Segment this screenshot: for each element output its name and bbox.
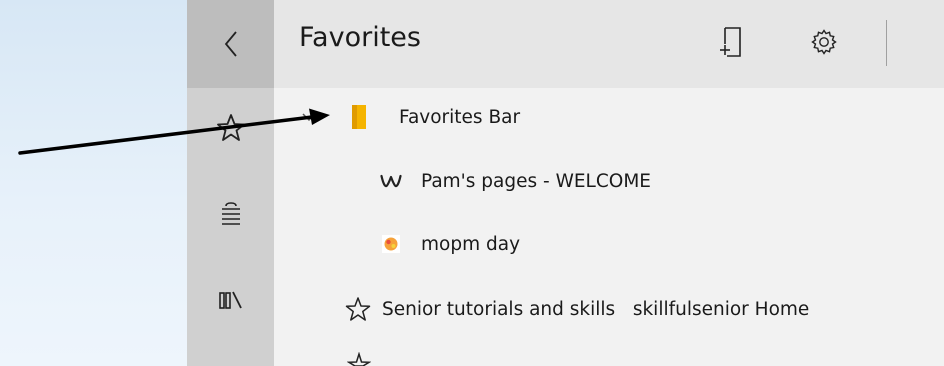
add-current-page-button[interactable] — [716, 24, 746, 60]
folder-favorites-bar[interactable]: Favorites Bar — [274, 97, 944, 137]
chevron-down-icon — [299, 112, 319, 122]
page-title: Favorites — [299, 22, 421, 53]
list-item[interactable]: mopm day — [274, 224, 944, 264]
folder-icon — [348, 104, 370, 130]
header-divider — [886, 20, 887, 66]
favorite-label: mopm day — [421, 233, 521, 255]
favorite-label: Senior tutorials and skills skillfulseni… — [382, 298, 810, 320]
history-button[interactable] — [187, 352, 274, 366]
panel-header: Favorites — [274, 0, 944, 88]
favorites-panel: Favorites Favorites Bar Pam's pages - WE… — [274, 0, 944, 366]
star-icon — [216, 113, 246, 143]
library-icon — [217, 288, 245, 312]
back-chevron-icon — [223, 29, 239, 59]
star-outline-icon — [346, 352, 372, 366]
weebly-icon — [379, 173, 403, 189]
settings-button[interactable] — [807, 24, 841, 60]
favorites-hub-button[interactable] — [187, 103, 274, 153]
list-item[interactable]: Pam's pages - WELCOME — [274, 161, 944, 201]
favorite-label: Pam's pages - WELCOME — [421, 170, 651, 192]
list-item[interactable] — [274, 352, 944, 366]
site-favicon — [380, 235, 402, 253]
reading-list-button[interactable] — [187, 190, 274, 240]
folder-label: Favorites Bar — [399, 106, 521, 128]
star-outline-icon — [344, 296, 372, 322]
add-page-icon — [718, 26, 744, 58]
back-button[interactable] — [187, 0, 274, 88]
library-button[interactable] — [187, 275, 274, 325]
reading-list-icon — [217, 200, 245, 230]
hub-rail — [187, 0, 274, 366]
gear-icon — [810, 28, 838, 56]
list-item[interactable]: Senior tutorials and skills skillfulseni… — [274, 289, 944, 329]
